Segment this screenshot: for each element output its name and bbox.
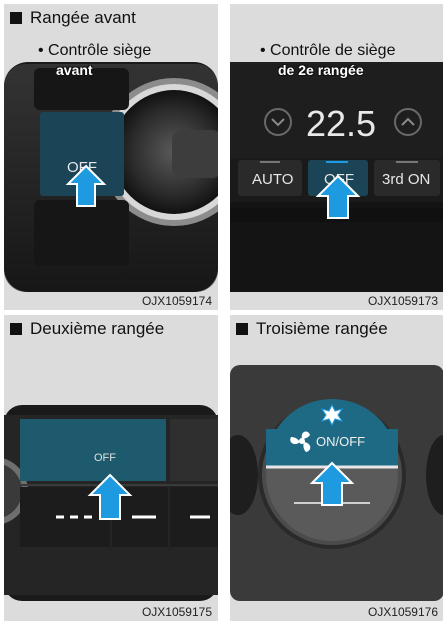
off-button-bg [20, 419, 166, 481]
square-bullet-icon [10, 12, 22, 24]
rear-subheading-cont: de 2e rangée [278, 62, 364, 78]
third-row-illustration: ON/OFF [230, 315, 443, 621]
heading-text: Deuxième rangée [30, 319, 165, 338]
second-row-panel: OFF Deuxième rangée OJX1059175 [4, 315, 218, 621]
third-row-heading: Troisième rangée [236, 319, 388, 339]
third-row-panel: ON/OFF Troisième rangée OJX1059176 [230, 315, 443, 621]
front-row-heading: Rangée avant [10, 8, 136, 28]
square-bullet-icon [10, 323, 22, 335]
temperature-readout: 22.5 [306, 103, 376, 144]
third-on-button-label[interactable]: 3rd ON [382, 171, 430, 188]
rear-subheading: • Contrôle de siège [260, 42, 396, 59]
rear-control-panel: 22.5 AUTO OFF 3rd ON • Contrôle de siège… [230, 4, 443, 310]
front-subheading: • Contrôle siège [38, 42, 152, 59]
second-row-heading: Deuxième rangée [10, 319, 164, 339]
figure-code: OJX1059176 [367, 605, 438, 619]
front-subheading-cont: avant [56, 62, 93, 78]
onoff-button-label[interactable]: ON/OFF [316, 434, 365, 449]
second-row-illustration: OFF [4, 315, 218, 621]
square-bullet-icon [236, 323, 248, 335]
off-button-label[interactable]: OFF [94, 452, 116, 464]
figure-code: OJX1059174 [141, 294, 212, 308]
figure-code: OJX1059173 [367, 294, 438, 308]
heading-text: Troisième rangée [256, 319, 388, 338]
heading-text: Rangée avant [30, 8, 136, 27]
front-row-panel: OFF Rangée avant • Contrôle siège avant … [4, 4, 218, 310]
figure-code: OJX1059175 [141, 605, 212, 619]
auto-button-label[interactable]: AUTO [252, 171, 293, 188]
